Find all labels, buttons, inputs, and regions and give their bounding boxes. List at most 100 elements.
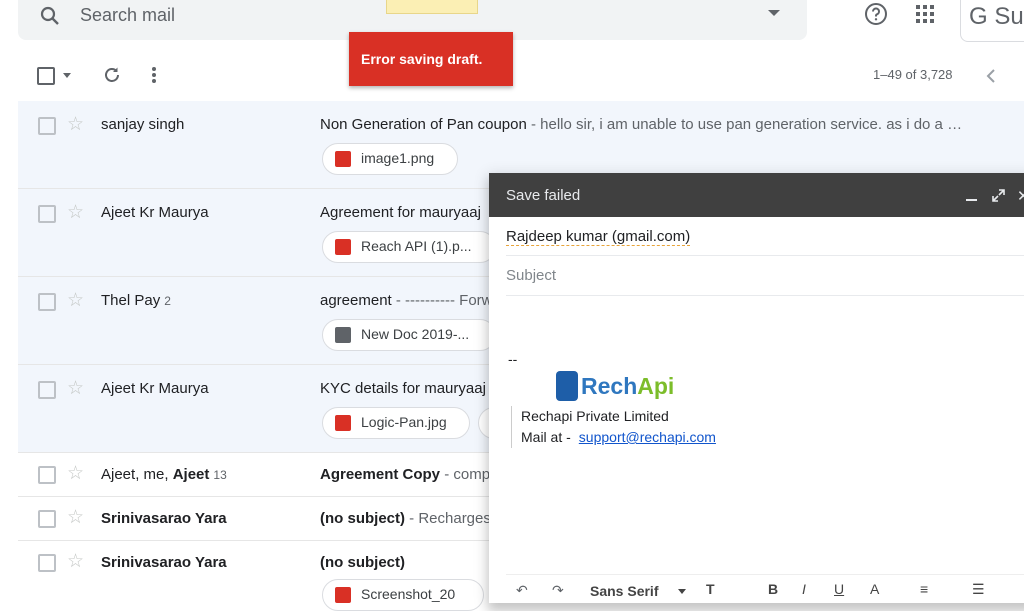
recipient-chip[interactable]: Rajdeep kumar (gmail.com) (506, 228, 691, 246)
pagination-label: 1–49 of 3,728 (873, 67, 953, 82)
star-icon[interactable]: ☆ (67, 550, 84, 573)
signature-company: Rechapi Private Limited (521, 408, 669, 424)
minimize-icon[interactable] (966, 199, 977, 201)
list-toolbar: 1–49 of 3,728 (0, 52, 1024, 98)
numbered-list-icon[interactable]: ☰ (972, 581, 985, 598)
gsuite-label: G Su (969, 3, 1024, 30)
subject: Non Generation of Pan coupon (320, 116, 527, 133)
star-icon[interactable]: ☆ (67, 201, 84, 224)
compose-title-bar[interactable]: Save failed ✕ (489, 173, 1024, 217)
snippet: - Recharges (405, 510, 491, 527)
help-icon[interactable] (864, 2, 888, 31)
redo-icon[interactable]: ↷ (552, 582, 564, 599)
subject: agreement (320, 292, 392, 309)
snippet: - ---------- Forw (391, 292, 493, 309)
sender-group: Thel Pay 2 (101, 292, 171, 309)
image-icon (335, 415, 351, 431)
text-color-icon[interactable]: A (870, 581, 879, 597)
sender-group: Ajeet, me, Ajeet 13 (101, 466, 227, 483)
undo-icon[interactable]: ↶ (516, 582, 528, 599)
more-icon[interactable] (151, 66, 157, 89)
signature-separator: -- (508, 351, 518, 367)
close-icon[interactable]: ✕ (1017, 187, 1024, 205)
gsuite-logo: G Su (960, 0, 1024, 42)
attachment-name: New Doc 2019-... (361, 326, 470, 342)
attachment-name: image1.png (361, 150, 435, 166)
align-icon[interactable]: ≡ (920, 581, 928, 597)
star-icon[interactable]: ☆ (67, 462, 84, 485)
search-options-icon[interactable] (768, 10, 780, 16)
row-checkbox[interactable] (38, 117, 56, 135)
signature-email-link[interactable]: support@rechapi.com (579, 429, 716, 445)
attachment-name: Screenshot_20 (361, 586, 456, 602)
attachment-chip[interactable]: image1.png (322, 143, 458, 175)
thread-count: 13 (213, 468, 227, 482)
row-checkbox[interactable] (38, 205, 56, 223)
subject-field[interactable]: Subject (506, 267, 556, 284)
subject: Agreement Copy (320, 466, 441, 483)
divider (506, 255, 1024, 256)
signature-mail-label: Mail at - (521, 429, 571, 445)
thread-count: 2 (164, 294, 171, 308)
rechapi-logo-mark (556, 371, 578, 401)
row-checkbox[interactable] (38, 554, 56, 572)
sender: Ajeet, me, (101, 466, 173, 483)
subject: Agreement for mauryaaj (320, 204, 481, 221)
sender-bold: Ajeet (172, 466, 210, 483)
refresh-icon[interactable] (102, 65, 122, 90)
row-checkbox[interactable] (38, 381, 56, 399)
older-page-icon[interactable] (986, 69, 996, 88)
format-toolbar: ↶ ↷ Sans Serif T B I U A ≡ ☰ (506, 574, 1024, 605)
subject: KYC details for mauryaaj (320, 380, 486, 397)
pdf-icon (335, 239, 351, 255)
star-icon[interactable]: ☆ (67, 113, 84, 136)
signature-mail-line: Mail at - support@rechapi.com (521, 427, 716, 448)
doc-icon (335, 327, 351, 343)
star-icon[interactable]: ☆ (67, 289, 84, 312)
snippet: - comp (440, 466, 491, 483)
image-icon (335, 587, 351, 603)
signature-block: Rechapi Private Limited Mail at - support… (511, 406, 716, 448)
sender: Srinivasarao Yara (101, 510, 227, 527)
compose-window: Save failed ✕ Rajdeep kumar (gmail.com) … (489, 173, 1024, 603)
font-dropdown-icon[interactable] (678, 589, 686, 594)
attachment-chip[interactable]: Reach API (1).p... (322, 231, 496, 263)
attachment-name: Logic-Pan.jpg (361, 414, 447, 430)
search-input[interactable]: Search mail (80, 5, 175, 26)
subject-line: Non Generation of Pan coupon - hello sir… (320, 116, 1000, 133)
sender: sanjay singh (101, 116, 185, 133)
sender: Srinivasarao Yara (101, 554, 227, 571)
rechapi-logo-text: RechApi (581, 373, 674, 400)
snippet: - hello sir, i am unable to use pan gene… (526, 116, 963, 133)
bold-icon[interactable]: B (768, 581, 778, 597)
subject: (no subject) (320, 510, 405, 527)
compose-title: Save failed (506, 187, 581, 204)
image-icon (335, 151, 351, 167)
select-options-icon[interactable] (63, 73, 71, 78)
fullscreen-icon[interactable] (992, 189, 1005, 207)
sender: Ajeet Kr Maurya (101, 380, 209, 397)
italic-icon[interactable]: I (802, 581, 806, 597)
attachment-chip[interactable]: Screenshot_20 (322, 579, 484, 611)
select-all-checkbox[interactable] (37, 67, 55, 85)
star-icon[interactable]: ☆ (67, 506, 84, 529)
underline-icon[interactable]: U (834, 581, 844, 597)
sender: Ajeet Kr Maurya (101, 204, 209, 221)
row-checkbox[interactable] (38, 510, 56, 528)
search-icon[interactable] (40, 6, 60, 31)
star-icon[interactable]: ☆ (67, 377, 84, 400)
attachment-chip[interactable]: New Doc 2019-... (322, 319, 496, 351)
attachment-chip[interactable]: Logic-Pan.jpg (322, 407, 470, 439)
font-size-icon[interactable]: T (706, 581, 715, 597)
attachment-name: Reach API (1).p... (361, 238, 472, 254)
divider (506, 295, 1024, 296)
apps-grid-icon[interactable] (915, 4, 935, 29)
logo-text-part1: Rech (581, 373, 638, 399)
sender: Thel Pay (101, 292, 161, 309)
logo-text-part2: Api (637, 373, 675, 399)
row-checkbox[interactable] (38, 466, 56, 484)
row-checkbox[interactable] (38, 293, 56, 311)
subject: (no subject) (320, 554, 405, 571)
font-select[interactable]: Sans Serif (590, 583, 658, 599)
info-toast (386, 0, 478, 14)
